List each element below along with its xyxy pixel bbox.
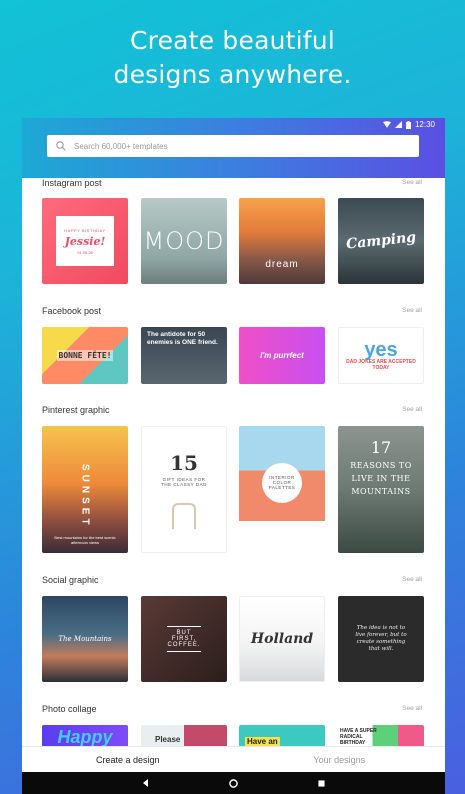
hero-line-1: Create beautiful: [130, 26, 335, 55]
template-thumbnail[interactable]: HAVE A SUPER RADICAL BIRTHDAY: [338, 725, 424, 746]
tile-text: I'm purrfect: [260, 351, 304, 360]
template-thumbnail[interactable]: yes DAD JOKES ARE ACCEPTED TODAY: [338, 327, 424, 384]
template-thumbnail[interactable]: 17 REASONS TO LIVE IN THE MOUNTAINS: [338, 426, 424, 553]
template-thumbnail[interactable]: HAPPY BIRTHDAY Jessie! 01.05.26: [42, 198, 128, 284]
see-all-link[interactable]: See all: [402, 406, 422, 413]
recents-icon[interactable]: [318, 779, 325, 787]
tile-text: 01.05.26: [77, 249, 93, 255]
home-icon[interactable]: [229, 778, 239, 788]
template-thumbnail[interactable]: INTERIOR COLOR PALETTES: [239, 426, 325, 553]
tile-text: Jessie!: [64, 234, 106, 248]
section-instagram-post: Instagram post See all HAPPY BIRTHDAY Je…: [22, 178, 445, 288]
section-photo-collage: Photo collage See all Happy Please Have …: [22, 704, 445, 746]
template-thumbnail[interactable]: The idea is not to live forever, but to …: [338, 596, 424, 682]
tile-text: Camping: [345, 229, 417, 253]
tile-text: Happy: [57, 727, 113, 746]
tile-text: dream: [265, 259, 299, 270]
tile-text: HAPPY BIRTHDAY: [64, 227, 106, 233]
tile-text: MOOD: [143, 227, 225, 255]
search-placeholder: Search 60,000+ templates: [74, 141, 168, 151]
template-feed[interactable]: Instagram post See all HAPPY BIRTHDAY Je…: [22, 164, 445, 746]
template-thumbnail[interactable]: I'm purrfect: [239, 327, 325, 384]
tab-create-a-design[interactable]: Create a design: [22, 747, 234, 772]
wifi-icon: [382, 121, 391, 128]
section-title: Pinterest graphic: [42, 405, 110, 415]
template-thumbnail[interactable]: Please: [141, 725, 227, 746]
hero-line-2: designs anywhere.: [113, 60, 352, 89]
section-title: Facebook post: [42, 306, 102, 316]
system-navigation-bar: [22, 772, 445, 794]
tile-text: REASONS TO LIVE IN THE MOUNTAINS: [350, 461, 412, 496]
see-all-link[interactable]: See all: [402, 179, 422, 186]
section-facebook-post: Facebook post See all BONNE FÊTE! The an…: [22, 306, 445, 396]
template-thumbnail[interactable]: BONNE FÊTE!: [42, 327, 128, 384]
template-thumbnail[interactable]: Holland: [239, 596, 325, 682]
template-thumbnail[interactable]: SUNSET Best mountains for the best sceni…: [42, 426, 128, 553]
status-time: 12:30: [414, 120, 435, 129]
tile-text: yes: [364, 338, 398, 361]
tile-text: BUT FIRST, COFFEE.: [167, 626, 201, 652]
search-bar[interactable]: Search 60,000+ templates: [47, 135, 419, 157]
battery-icon: [405, 120, 411, 129]
tile-text: BONNE FÊTE!: [56, 350, 114, 361]
section-title: Instagram post: [42, 178, 102, 188]
template-thumbnail[interactable]: Camping: [338, 198, 424, 284]
template-thumbnail[interactable]: 15 GIFT IDEAS FOR THE CLASSY DAD: [141, 426, 227, 553]
tile-text: SUNSET: [79, 464, 91, 529]
template-thumbnail[interactable]: Happy: [42, 725, 128, 746]
template-thumbnail[interactable]: MOOD: [141, 198, 227, 284]
tile-text: The idea is not to live forever, but to …: [355, 625, 407, 652]
template-thumbnail[interactable]: BUT FIRST, COFFEE.: [141, 596, 227, 682]
tile-text: GIFT IDEAS FOR THE CLASSY DAD: [161, 477, 207, 487]
tile-text: Holland: [250, 631, 314, 647]
tile-text: Please: [155, 735, 181, 744]
section-social-graphic: Social graphic See all The Mountains BUT…: [22, 575, 445, 685]
chair-icon: [172, 503, 196, 529]
tile-text: Have an: [245, 737, 280, 746]
back-icon[interactable]: [142, 779, 150, 787]
template-thumbnail[interactable]: dream: [239, 198, 325, 284]
signal-icon: [394, 121, 402, 128]
tile-text: DAD JOKES ARE ACCEPTED TODAY: [346, 358, 416, 371]
section-title: Photo collage: [42, 704, 97, 714]
search-icon: [56, 141, 66, 151]
template-thumbnail[interactable]: The Mountains: [42, 596, 128, 682]
template-thumbnail[interactable]: Have an: [239, 725, 325, 746]
hero-headline: Create beautiful designs anywhere.: [0, 24, 465, 92]
tile-text: Best mountains for the best scenic after…: [54, 535, 116, 545]
section-title: Social graphic: [42, 575, 99, 585]
see-all-link[interactable]: See all: [402, 705, 422, 712]
template-thumbnail[interactable]: The antidote for 50 enemies is ONE frien…: [141, 327, 227, 384]
section-pinterest-graphic: Pinterest graphic See all SUNSET Best mo…: [22, 405, 445, 565]
bottom-navigation: Create a design Your designs: [22, 746, 445, 772]
see-all-link[interactable]: See all: [402, 576, 422, 583]
tile-text: INTERIOR COLOR PALETTES: [268, 475, 296, 490]
tile-text: The Mountains: [58, 635, 112, 643]
tablet-screen: 12:30 Search 60,000+ templates Instagram…: [22, 118, 445, 794]
status-bar: 12:30: [22, 118, 445, 132]
tile-text: 15: [170, 451, 198, 475]
tab-your-designs[interactable]: Your designs: [234, 747, 446, 772]
tile-text: The antidote for 50 enemies is ONE frien…: [147, 331, 218, 346]
see-all-link[interactable]: See all: [402, 307, 422, 314]
tile-text: HAVE A SUPER RADICAL BIRTHDAY: [340, 728, 377, 746]
tile-text: 17: [370, 438, 392, 457]
